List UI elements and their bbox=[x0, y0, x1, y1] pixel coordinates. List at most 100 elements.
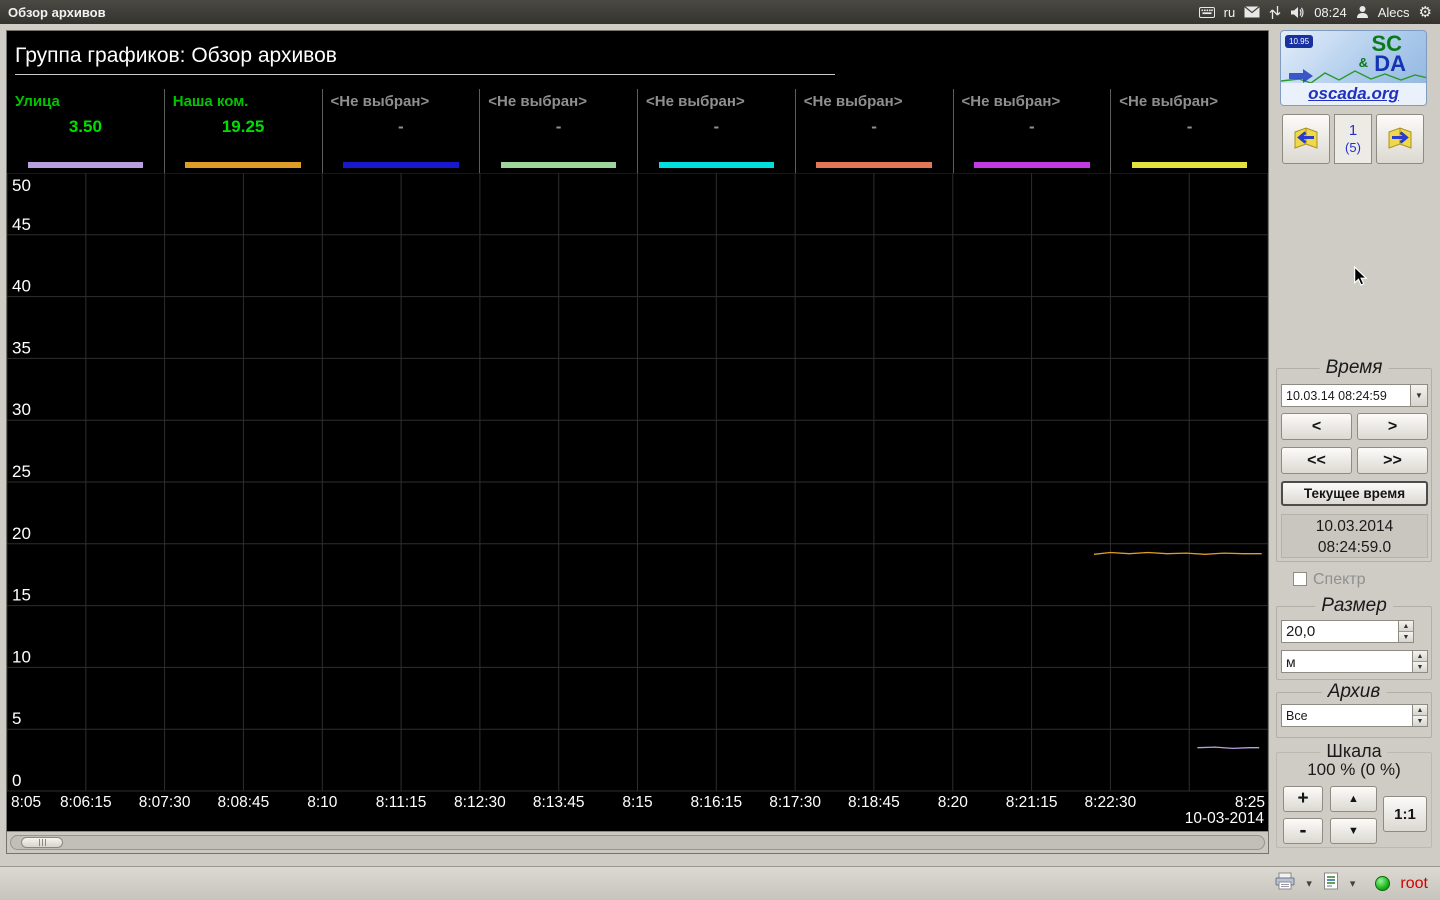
time-step-back-button[interactable]: < bbox=[1281, 413, 1352, 440]
svg-text:20: 20 bbox=[12, 524, 31, 543]
svg-text:8:25: 8:25 bbox=[1235, 794, 1265, 811]
legend-item[interactable]: <Не выбран> - bbox=[1111, 89, 1268, 173]
status-led bbox=[1375, 876, 1391, 891]
user-icon[interactable] bbox=[1356, 5, 1369, 19]
legend-item-value: 19.25 bbox=[221, 117, 265, 136]
window-title: Обзор архивов bbox=[8, 4, 106, 20]
legend-item[interactable]: <Не выбран> - bbox=[638, 89, 796, 173]
next-page-button[interactable] bbox=[1376, 114, 1424, 164]
size-group-title: Размер bbox=[1315, 595, 1393, 617]
legend-row: Улица 3.50 Наша ком. 19.25 <Не выбран> - <Не в… bbox=[7, 89, 1268, 173]
svg-text:8:13:45: 8:13:45 bbox=[533, 794, 585, 811]
legend-item-name: <Не выбран> bbox=[961, 93, 1061, 110]
legend-item[interactable]: <Не выбран> - bbox=[796, 89, 954, 173]
page-indicator[interactable]: 1 (5) bbox=[1334, 114, 1372, 164]
logo-site: oscada.org bbox=[1281, 83, 1426, 105]
legend-item-name: <Не выбран> bbox=[488, 93, 587, 110]
zoom-in-button[interactable]: + bbox=[1283, 786, 1323, 812]
chart-group-title: Группа графиков: Обзор архивов bbox=[15, 44, 337, 67]
one-to-one-button[interactable]: 1:1 bbox=[1383, 796, 1427, 832]
legend-item[interactable]: Улица 3.50 bbox=[7, 89, 165, 173]
size-unit-value[interactable]: м bbox=[1282, 651, 1412, 672]
legend-color-bar bbox=[974, 162, 1090, 168]
svg-text:10: 10 bbox=[12, 647, 31, 666]
svg-text:0: 0 bbox=[12, 771, 21, 790]
legend-item[interactable]: <Не выбран> - bbox=[480, 89, 638, 173]
shift-up-button[interactable]: ▲ bbox=[1330, 786, 1377, 812]
svg-text:8:21:15: 8:21:15 bbox=[1006, 794, 1058, 811]
logo-amp: & bbox=[1358, 55, 1368, 70]
legend-item-value: - bbox=[555, 117, 562, 136]
print-dropdown-icon[interactable]: ▾ bbox=[1306, 877, 1312, 890]
keyboard-layout-label[interactable]: ru bbox=[1224, 5, 1236, 20]
spectrum-label: Спектр bbox=[1313, 571, 1366, 588]
svg-text:15: 15 bbox=[12, 586, 31, 605]
svg-text:50: 50 bbox=[12, 176, 31, 195]
size-unit-up-icon[interactable]: ▲ bbox=[1413, 651, 1427, 662]
size-unit-down-icon[interactable]: ▼ bbox=[1413, 662, 1427, 672]
book-arrow-right-icon bbox=[1388, 127, 1412, 149]
volume-icon[interactable] bbox=[1290, 6, 1305, 19]
time-jump-back-button[interactable]: << bbox=[1281, 447, 1352, 474]
archive-down-icon[interactable]: ▼ bbox=[1413, 716, 1427, 726]
legend-item-name: Наша ком. bbox=[172, 93, 249, 110]
current-user-label: root bbox=[1400, 874, 1428, 892]
scrollbar-thumb[interactable] bbox=[21, 837, 63, 848]
size-spin-down-icon[interactable]: ▼ bbox=[1399, 632, 1413, 642]
size-spinbox-value[interactable]: 20,0 bbox=[1282, 621, 1398, 642]
time-combobox-value[interactable]: 10.03.14 08:24:59 bbox=[1282, 385, 1410, 406]
legend-color-bar bbox=[27, 162, 144, 168]
legend-item-value: - bbox=[713, 117, 720, 136]
legend-color-bar bbox=[1131, 162, 1248, 168]
svg-text:8:17:30: 8:17:30 bbox=[769, 794, 821, 811]
legend-item[interactable]: <Не выбран> - bbox=[323, 89, 481, 173]
legend-item-name: <Не выбран> bbox=[646, 93, 745, 110]
export-dropdown-icon[interactable]: ▾ bbox=[1350, 877, 1356, 890]
legend-color-bar bbox=[343, 162, 459, 168]
legend-item-value: - bbox=[871, 117, 877, 136]
prev-page-button[interactable] bbox=[1282, 114, 1330, 164]
oscada-logo: 10.95 SC & DA oscada.org bbox=[1280, 30, 1427, 106]
time-combobox-dropdown-icon[interactable]: ▼ bbox=[1410, 385, 1427, 406]
zoom-out-button[interactable]: - bbox=[1283, 818, 1323, 844]
scrollbar-track[interactable] bbox=[10, 835, 1265, 850]
legend-color-bar bbox=[500, 162, 617, 168]
export-icon[interactable] bbox=[1322, 872, 1340, 895]
svg-text:40: 40 bbox=[12, 277, 31, 296]
mail-icon[interactable] bbox=[1244, 6, 1261, 18]
svg-text:45: 45 bbox=[12, 215, 31, 234]
datetime-display: 10.03.2014 08:24:59.0 bbox=[1281, 514, 1428, 558]
legend-color-bar bbox=[658, 162, 775, 168]
current-time-button[interactable]: Текущее время bbox=[1281, 481, 1428, 506]
spectrum-checkbox[interactable] bbox=[1293, 572, 1307, 586]
svg-text:8:11:15: 8:11:15 bbox=[376, 794, 427, 811]
archive-up-icon[interactable]: ▲ bbox=[1413, 705, 1427, 716]
keyboard-layout-icon[interactable] bbox=[1198, 6, 1215, 18]
svg-text:8:06:15: 8:06:15 bbox=[60, 794, 112, 811]
size-unit-combobox[interactable]: м ▲ ▼ bbox=[1281, 650, 1428, 673]
svg-text:8:18:45: 8:18:45 bbox=[848, 794, 900, 811]
size-spin-up-icon[interactable]: ▲ bbox=[1399, 621, 1413, 632]
shift-down-button[interactable]: ▼ bbox=[1330, 818, 1377, 844]
svg-text:30: 30 bbox=[12, 400, 31, 419]
print-icon[interactable] bbox=[1274, 872, 1296, 895]
horizontal-scrollbar[interactable] bbox=[7, 831, 1268, 853]
network-updown-icon[interactable] bbox=[1269, 5, 1281, 19]
archive-combobox-value[interactable]: Все bbox=[1282, 705, 1412, 726]
size-spinbox[interactable]: 20,0 ▲ ▼ bbox=[1281, 620, 1414, 643]
legend-item[interactable]: Наша ком. 19.25 bbox=[165, 89, 323, 173]
gear-icon[interactable]: ⚙ bbox=[1419, 3, 1432, 21]
archive-combobox[interactable]: Все ▲ ▼ bbox=[1281, 704, 1428, 727]
legend-item[interactable]: <Не выбран> - bbox=[954, 89, 1112, 173]
trend-plot[interactable]: 0 5 10 15 20 25 30 35 40 45 50 8:05 8:06:15 8:07:30 8:… bbox=[7, 173, 1268, 831]
user-label[interactable]: Alecs bbox=[1378, 5, 1410, 20]
datetime-display-time: 08:24:59.0 bbox=[1317, 539, 1392, 556]
time-jump-forward-button[interactable]: >> bbox=[1357, 447, 1428, 474]
legend-color-bar bbox=[185, 162, 301, 168]
time-step-forward-button[interactable]: > bbox=[1357, 413, 1428, 440]
clock-label[interactable]: 08:24 bbox=[1314, 5, 1347, 20]
svg-text:8:12:30: 8:12:30 bbox=[454, 794, 506, 811]
svg-text:8:15: 8:15 bbox=[622, 794, 652, 811]
legend-color-bar bbox=[816, 162, 932, 168]
time-combobox[interactable]: 10.03.14 08:24:59 ▼ bbox=[1281, 384, 1428, 407]
